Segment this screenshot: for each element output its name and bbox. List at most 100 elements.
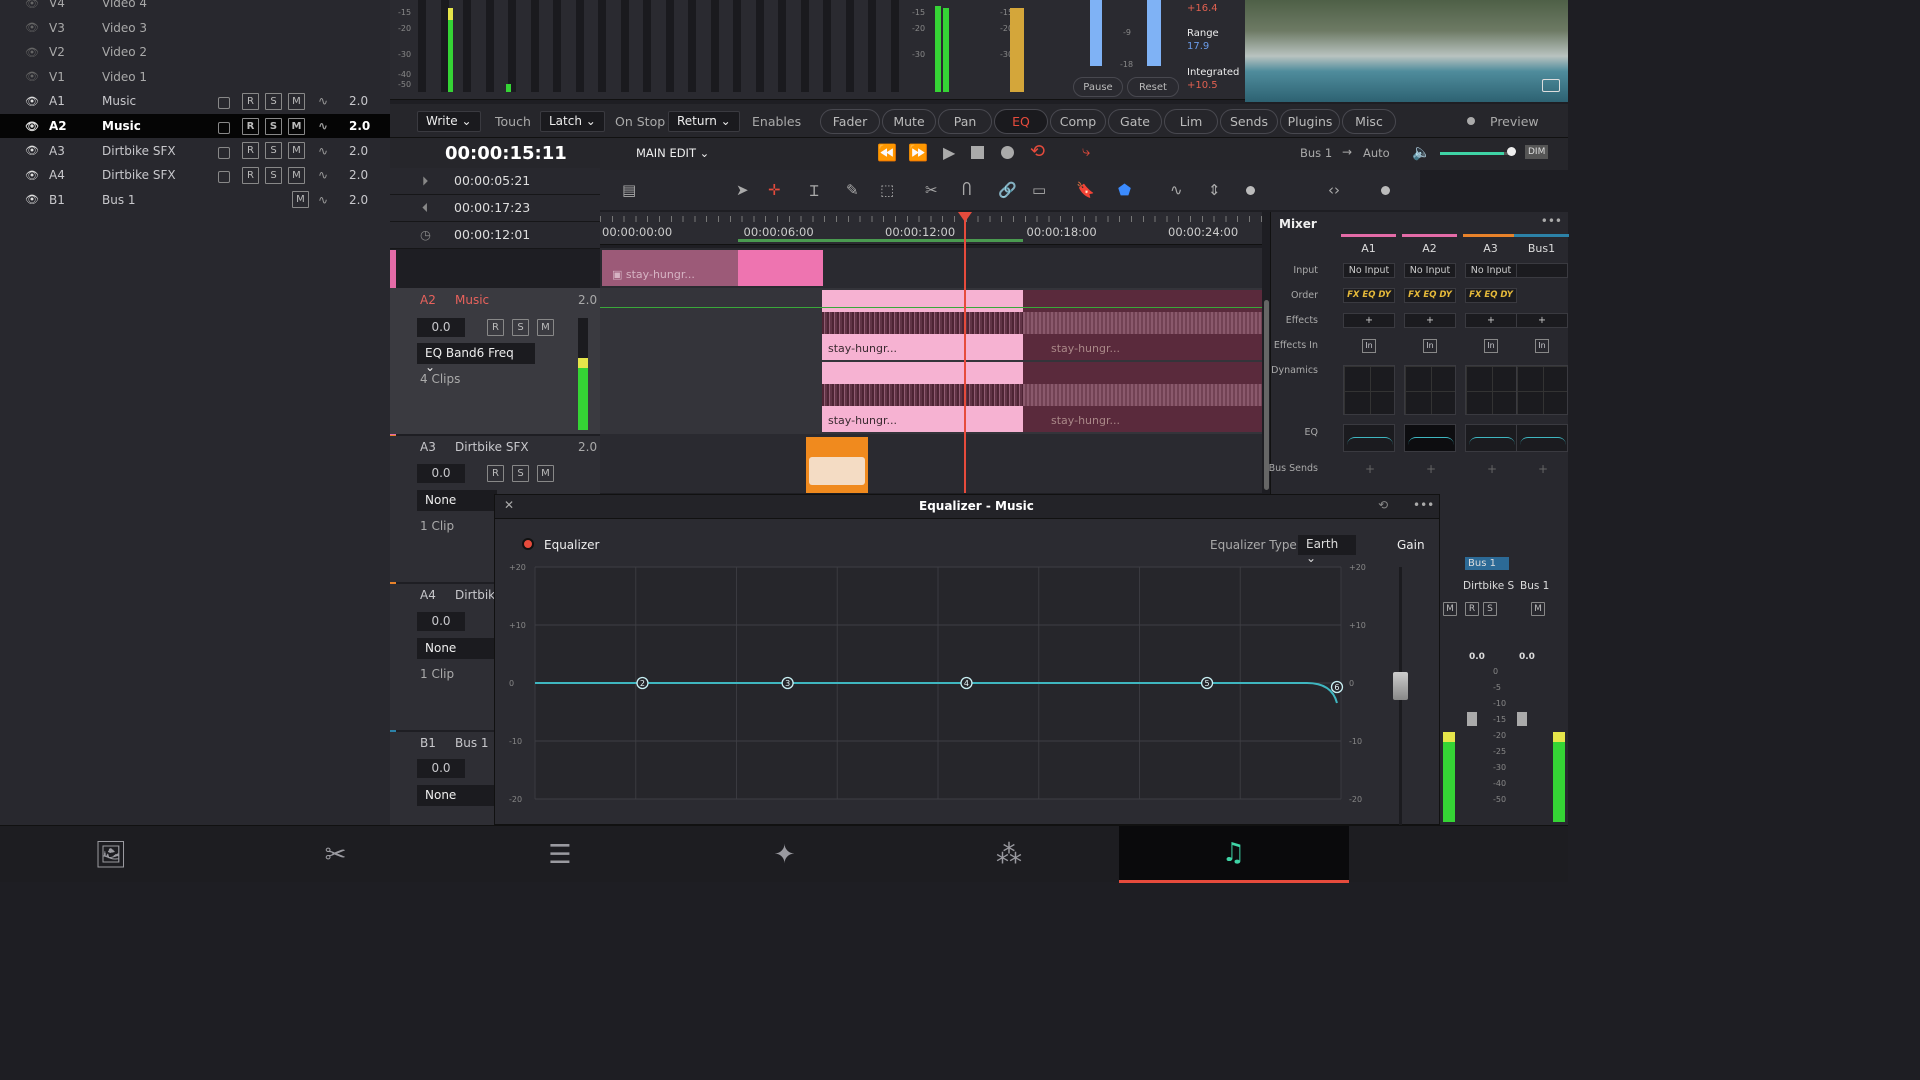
automation-enable-plugins[interactable]: Plugins — [1280, 109, 1340, 134]
track-name[interactable]: Music — [455, 293, 489, 307]
mute-button[interactable]: M — [537, 319, 554, 336]
channel-fader[interactable] — [1467, 712, 1477, 726]
more-options-icon[interactable]: ••• — [1541, 214, 1562, 228]
automation-icon[interactable]: ∿ — [318, 94, 328, 108]
touch-mode[interactable]: Touch — [495, 114, 531, 129]
eq-graph[interactable]: +20 +20 +10 +10 0 0 -10 -10 -20 -20 2 3 4 5 6 — [495, 561, 1439, 826]
mute-button[interactable]: M — [288, 166, 305, 184]
add-bus-send-button[interactable]: + — [1538, 462, 1548, 476]
record-arm-button[interactable]: R — [242, 166, 259, 184]
reset-icon[interactable]: ⟲ — [1378, 498, 1388, 512]
audio-clip[interactable]: ▣ stay-hungr... — [602, 250, 738, 286]
page-tab-media[interactable]: 🖼 — [0, 826, 226, 883]
layout-icon[interactable]: ▤ — [622, 181, 636, 199]
play-icon[interactable]: ▶ — [943, 143, 955, 162]
volume-slider-handle[interactable] — [1507, 147, 1516, 156]
automation-parameter-dropdown[interactable]: None — [417, 785, 497, 806]
eq-band-handle-5[interactable]: 5 — [1200, 676, 1214, 690]
dynamics-graph[interactable] — [1404, 365, 1456, 415]
input-selector[interactable]: No Input — [1343, 263, 1395, 278]
timeline-selector[interactable]: MAIN EDIT ⌄ — [636, 146, 709, 160]
processing-order[interactable]: FX EQ DY — [1343, 288, 1395, 303]
input-selector[interactable]: No Input — [1465, 263, 1517, 278]
waveform-view-icon[interactable]: ▭ — [1032, 181, 1046, 199]
write-dropdown[interactable]: Write ⌄ — [417, 111, 481, 132]
mute-button[interactable]: M — [288, 117, 305, 135]
automation-enable-pan[interactable]: Pan — [938, 109, 992, 134]
more-options-icon[interactable]: ••• — [1413, 498, 1434, 512]
eq-thumbnail[interactable] — [1465, 424, 1517, 452]
preview-label[interactable]: Preview — [1490, 114, 1539, 129]
stop-icon[interactable] — [971, 146, 984, 159]
viewer-toggle-icon[interactable] — [1542, 79, 1560, 92]
preview-indicator-icon[interactable] — [1467, 117, 1475, 125]
solo-button[interactable]: S — [512, 465, 529, 482]
effects-in-button[interactable]: In — [1535, 339, 1549, 353]
mute-button[interactable]: M — [288, 142, 305, 160]
record-arm-button[interactable]: R — [242, 92, 259, 110]
automation-enable-lim[interactable]: Lim — [1164, 109, 1218, 134]
link-icon[interactable]: 🔗 — [998, 181, 1017, 199]
eq-band-handle-4[interactable]: 4 — [960, 676, 973, 690]
eye-icon[interactable]: 👁 — [25, 0, 39, 10]
eq-band-handle-3[interactable]: 3 — [781, 676, 794, 690]
track-volume-field[interactable]: 0.0 — [417, 464, 465, 483]
input-selector[interactable] — [1516, 263, 1568, 278]
dynamics-graph[interactable] — [1465, 365, 1517, 415]
solo-button[interactable]: S — [265, 92, 282, 110]
playhead-handle[interactable] — [958, 212, 972, 222]
solo-button[interactable]: S — [265, 166, 282, 184]
solo-button[interactable]: S — [265, 117, 282, 135]
mute-button[interactable]: M — [1443, 602, 1457, 616]
track-list-item-v3[interactable]: 👁 V3 Video 3 — [0, 16, 390, 40]
automation-enable-mute[interactable]: Mute — [882, 109, 936, 134]
equalizer-enable-toggle[interactable] — [522, 538, 534, 550]
playhead[interactable] — [964, 212, 966, 493]
channel-fader[interactable] — [1517, 712, 1527, 726]
range-selection-icon[interactable]: ✛ — [768, 181, 781, 199]
track-list-item-v4[interactable]: 👁 V4 Video 4 — [0, 0, 390, 15]
eye-icon[interactable]: 👁 — [25, 21, 39, 34]
mute-button[interactable]: M — [1531, 602, 1545, 616]
text-cursor-icon[interactable]: Ɪ — [810, 181, 818, 201]
track-list-item-b1[interactable]: 👁 B1 Bus 1 M ∿ 2.0 — [0, 188, 390, 212]
pause-button[interactable]: Pause — [1073, 77, 1123, 97]
record-icon[interactable] — [1001, 146, 1014, 159]
processing-order[interactable]: FX EQ DY — [1465, 288, 1517, 303]
eye-icon[interactable]: 👁 — [25, 70, 39, 83]
snap-icon[interactable]: Ⴖ — [962, 181, 971, 199]
timeline-vertical-scrollbar[interactable] — [1264, 300, 1269, 490]
track-list-item-a3[interactable]: 👁 A3 Dirtbike SFX R S M ∿ 2.0 — [0, 139, 390, 163]
page-tab-color[interactable]: ✦ — [670, 826, 900, 883]
eq-band-handle-6[interactable]: 6 — [1330, 680, 1344, 694]
lock-icon[interactable] — [218, 122, 230, 134]
automation-enable-misc[interactable]: Misc — [1342, 109, 1396, 134]
latch-dropdown[interactable]: Latch ⌄ — [540, 111, 605, 132]
track-volume-field[interactable]: 0.0 — [417, 759, 465, 778]
effects-in-button[interactable]: In — [1362, 339, 1376, 353]
page-tab-edit[interactable]: ☰ — [445, 826, 675, 883]
track-list-item-v1[interactable]: 👁 V1 Video 1 — [0, 65, 390, 89]
dynamics-graph[interactable] — [1516, 365, 1568, 415]
eye-icon[interactable]: 👁 — [25, 120, 39, 133]
dynamics-graph[interactable] — [1343, 365, 1395, 415]
record-arm-button[interactable]: R — [242, 117, 259, 135]
pencil-icon[interactable]: ✎ — [846, 181, 859, 199]
eye-icon[interactable]: 👁 — [25, 95, 39, 108]
close-icon[interactable]: ✕ — [504, 498, 514, 512]
automation-icon[interactable]: ∿ — [318, 144, 328, 158]
lock-icon[interactable] — [218, 171, 230, 184]
automation-enable-gate[interactable]: Gate — [1108, 109, 1162, 134]
razor-icon[interactable]: ✂ — [925, 181, 938, 199]
timeline-ruler[interactable]: 00:00:00:00 00:00:06:00 00:00:12:00 00:00:1… — [600, 212, 1262, 245]
add-effect-button[interactable]: + — [1516, 313, 1568, 328]
add-effect-button[interactable]: + — [1465, 313, 1517, 328]
flag-icon[interactable]: ⬟ — [1118, 181, 1131, 199]
eye-icon[interactable]: 👁 — [25, 144, 39, 157]
automation-curve-icon[interactable]: ⤷ — [1082, 142, 1090, 160]
rewind-icon[interactable]: ⏪ — [877, 143, 897, 162]
track-list-item-a1[interactable]: 👁 A1 Music R S M ∿ 2.0 — [0, 89, 390, 113]
waveform-zoom-icon[interactable]: ∿ — [1170, 181, 1183, 199]
track-volume-field[interactable]: 0.0 — [417, 318, 465, 337]
auto-label[interactable]: Auto — [1363, 146, 1390, 160]
